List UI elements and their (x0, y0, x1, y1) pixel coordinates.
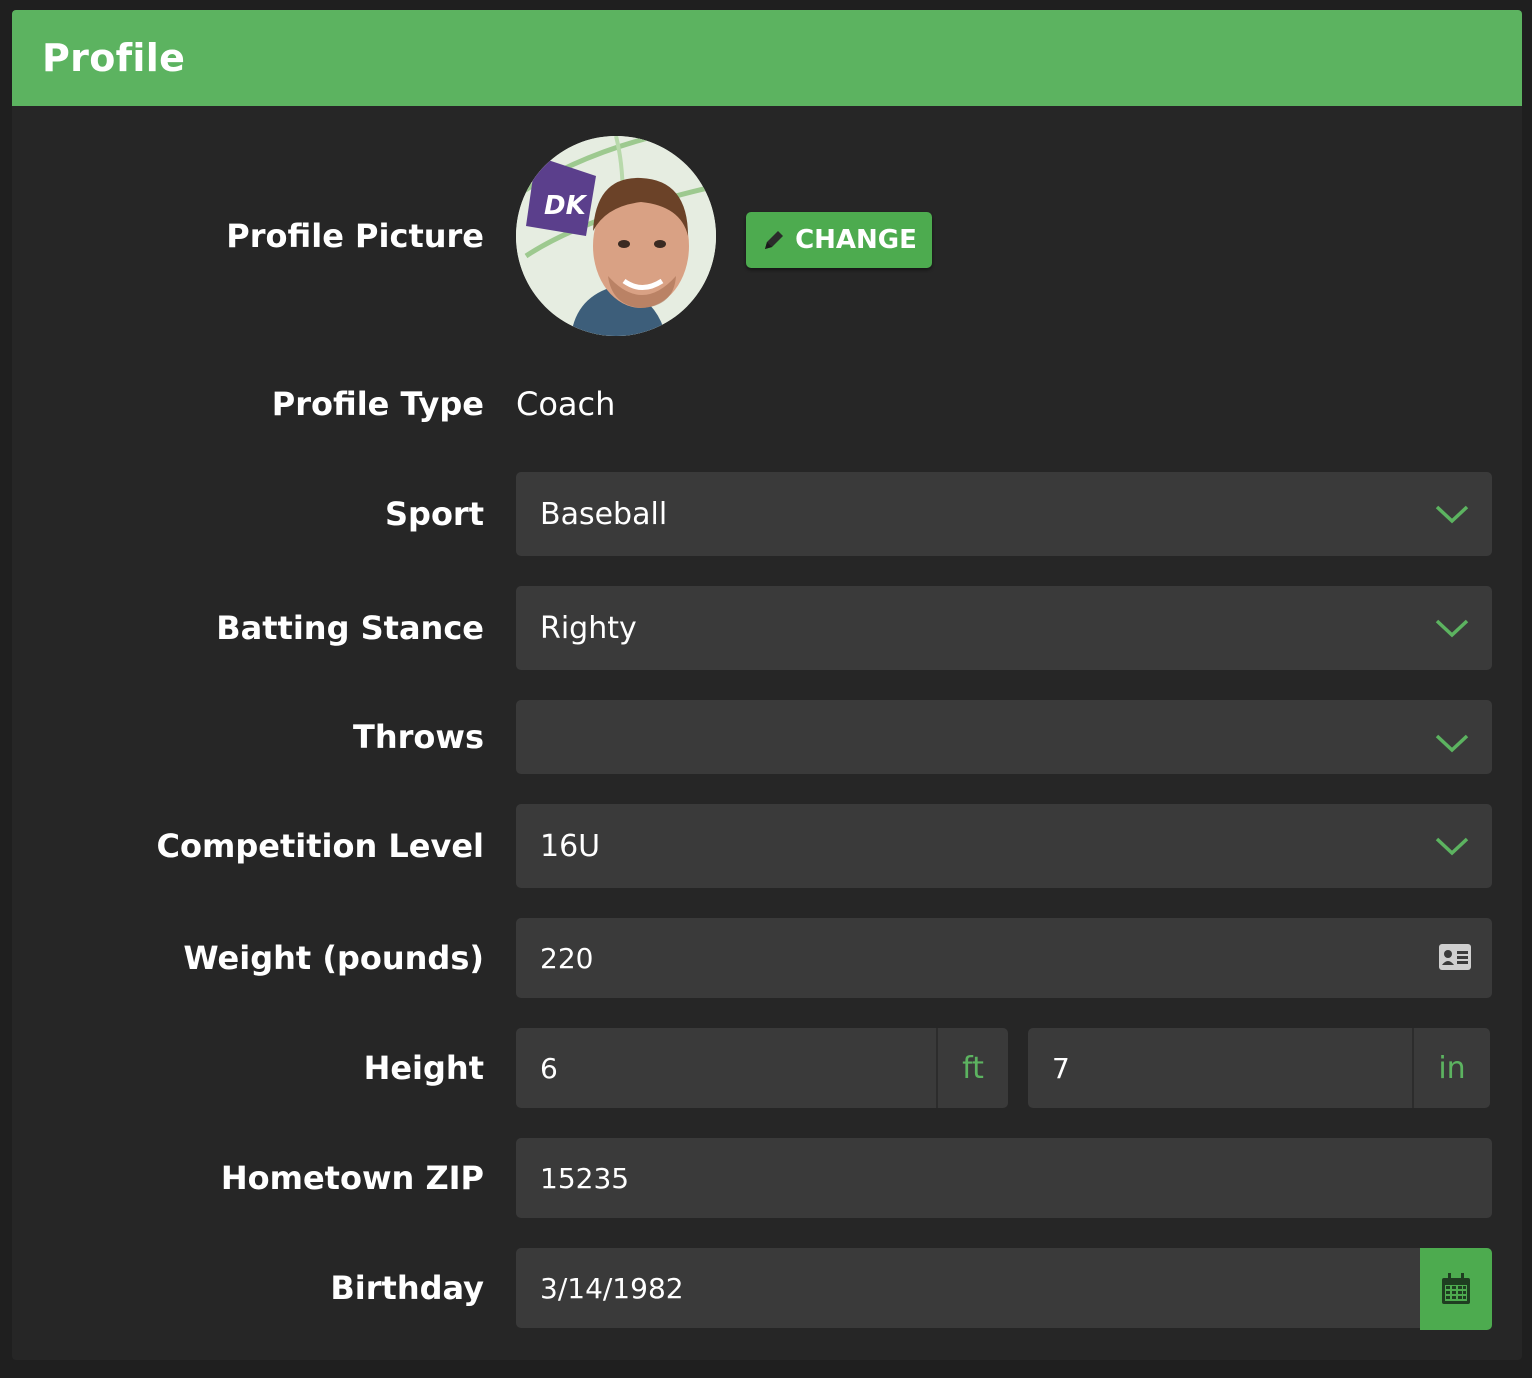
panel-header: Profile (12, 10, 1522, 106)
profile-type-row: Profile Type Coach (12, 378, 1522, 430)
height-feet-input[interactable]: 6 ft (516, 1028, 1008, 1108)
sport-label: Sport (384, 495, 484, 533)
calendar-button[interactable] (1420, 1248, 1492, 1330)
avatar-wrapper: DK (516, 136, 716, 336)
feet-unit-addon: ft (936, 1028, 1008, 1108)
chevron-down-icon (1435, 505, 1469, 524)
height-inches-value: 7 (1052, 1051, 1070, 1085)
competition-level-value: 16U (540, 828, 601, 864)
weight-value: 220 (540, 941, 594, 975)
weight-label: Weight (pounds) (183, 939, 484, 977)
avatar: DK (516, 136, 716, 336)
profile-picture-label: Profile Picture (226, 217, 484, 255)
change-button-label: CHANGE (795, 225, 917, 255)
id-card-icon (1439, 944, 1471, 970)
batting-stance-select[interactable]: Righty (516, 586, 1492, 670)
avatar-badge-text: DK (544, 191, 588, 221)
sport-select[interactable]: Baseball (516, 472, 1492, 556)
sport-value: Baseball (540, 496, 668, 532)
competition-level-label: Competition Level (156, 827, 484, 865)
height-feet-value: 6 (540, 1051, 558, 1085)
chevron-down-icon (1435, 837, 1469, 856)
inches-unit-addon: in (1412, 1028, 1490, 1108)
pencil-icon (765, 231, 784, 249)
profile-type-value: Coach (516, 385, 616, 423)
inches-unit-label: in (1438, 1050, 1466, 1086)
page-title: Profile (42, 36, 186, 80)
profile-panel: Profile Profile Picture DK CHANGE Profil… (12, 10, 1522, 1360)
weight-input[interactable]: 220 (516, 918, 1492, 998)
height-inches-input[interactable]: 7 in (1028, 1028, 1490, 1108)
profile-type-label: Profile Type (271, 385, 484, 423)
birthday-label: Birthday (330, 1269, 484, 1307)
throws-label: Throws (353, 718, 484, 756)
competition-level-select[interactable]: 16U (516, 804, 1492, 888)
batting-stance-label: Batting Stance (216, 609, 484, 647)
throws-select[interactable] (516, 700, 1492, 774)
hometown-zip-value: 15235 (540, 1161, 630, 1195)
avatar-image: DK (516, 136, 716, 336)
chevron-down-icon (1435, 619, 1469, 638)
calendar-icon (1442, 1273, 1470, 1304)
birthday-input[interactable]: 3/14/1982 (516, 1248, 1492, 1330)
hometown-zip-input[interactable]: 15235 (516, 1138, 1492, 1218)
change-picture-button[interactable]: CHANGE (746, 212, 932, 268)
hometown-zip-label: Hometown ZIP (220, 1159, 484, 1197)
height-label: Height (363, 1049, 484, 1087)
birthday-value: 3/14/1982 (540, 1271, 684, 1305)
chevron-down-icon (1435, 734, 1469, 753)
batting-stance-value: Righty (540, 610, 637, 646)
feet-unit-label: ft (962, 1050, 984, 1086)
